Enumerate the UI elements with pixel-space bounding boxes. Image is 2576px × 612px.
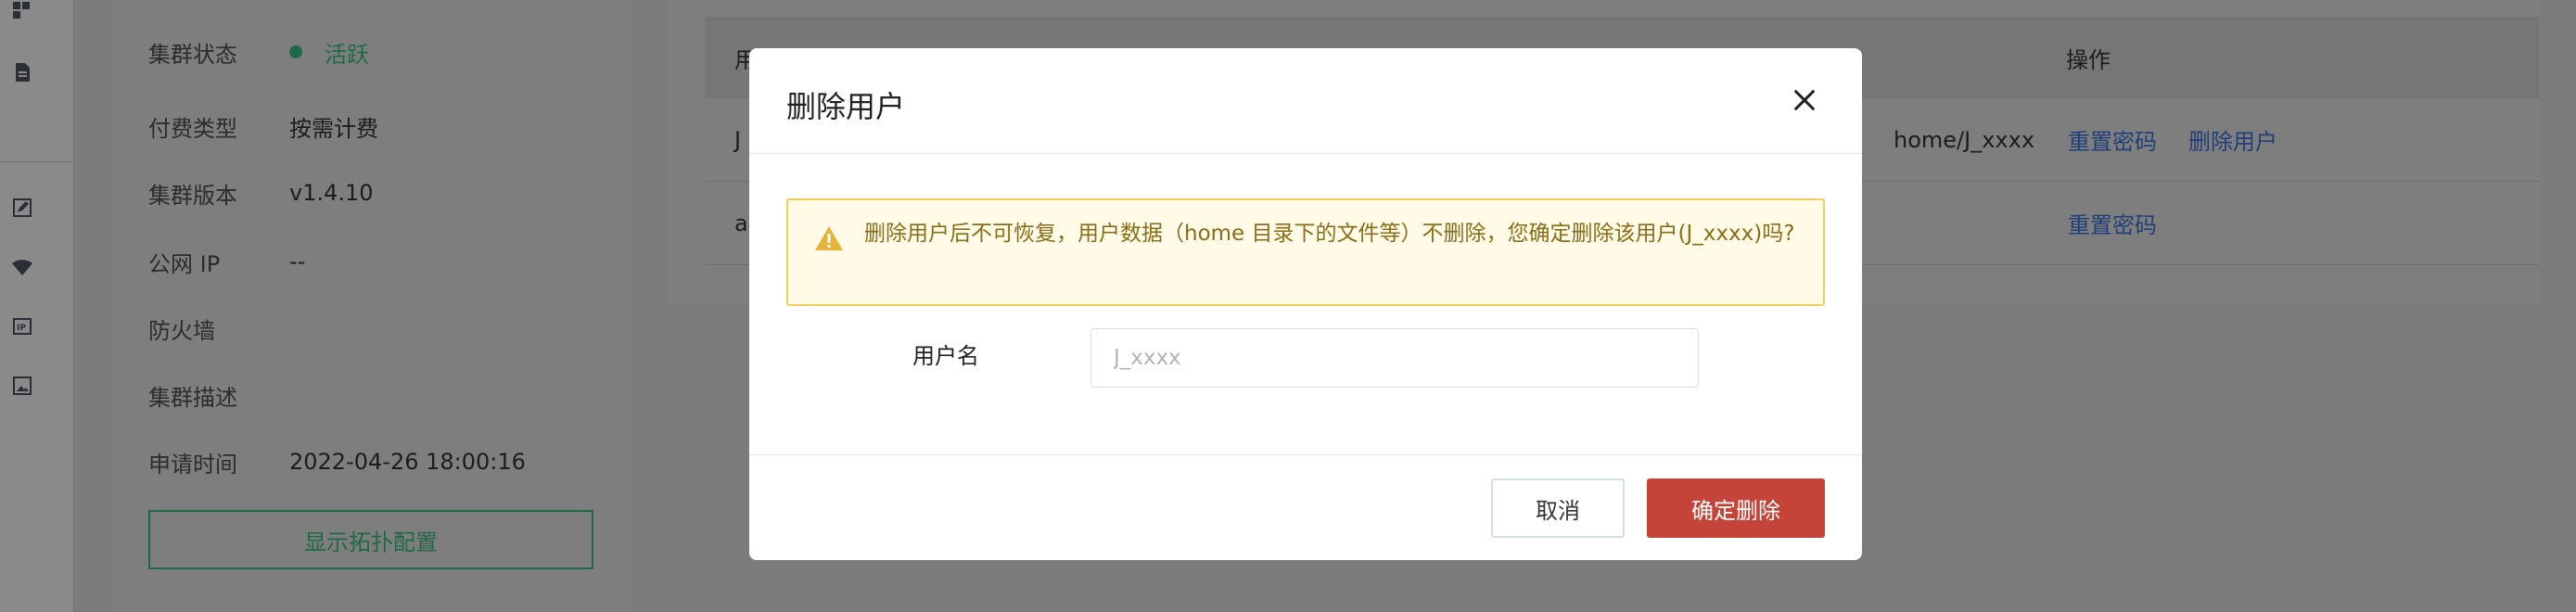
- info-value: v1.4.10: [289, 180, 374, 206]
- info-row-billing: 付费类型 按需计费: [148, 108, 378, 145]
- document-icon[interactable]: [9, 59, 35, 85]
- reset-password-link[interactable]: 重置密码: [2068, 207, 2157, 239]
- info-value: 按需计费: [289, 115, 378, 142]
- status-dot-icon: [289, 45, 302, 58]
- warning-alert: 删除用户后不可恢复，用户数据（home 目录下的文件等）不删除，您确定删除该用户…: [786, 198, 1825, 306]
- show-topology-button[interactable]: 显示拓扑配置: [148, 510, 593, 569]
- image-icon[interactable]: [9, 373, 35, 399]
- warning-icon: [814, 224, 844, 252]
- dialog-header: 删除用户: [749, 48, 1862, 154]
- wifi-icon[interactable]: [9, 254, 35, 280]
- info-label: 公网 IP: [148, 250, 221, 277]
- info-label: 集群状态: [148, 41, 237, 68]
- close-icon[interactable]: [1788, 83, 1821, 117]
- confirm-delete-button[interactable]: 确定删除: [1647, 478, 1825, 538]
- status-value: 活跃: [289, 36, 369, 69]
- username-input[interactable]: [1090, 328, 1699, 388]
- svg-text:IP: IP: [17, 324, 26, 333]
- left-rail: IP: [0, 0, 74, 612]
- row-username: a: [734, 210, 748, 236]
- delete-user-link[interactable]: 删除用户: [2188, 123, 2277, 156]
- info-row-public-ip: 公网 IP --: [148, 243, 305, 280]
- info-label: 集群描述: [148, 384, 237, 411]
- dialog-title: 删除用户: [786, 89, 906, 124]
- info-value: 2022-04-26 18:00:16: [289, 449, 526, 475]
- info-row-status: 集群状态 活跃: [148, 33, 369, 70]
- info-row-apply-time: 申请时间 2022-04-26 18:00:16: [148, 443, 526, 480]
- cancel-button[interactable]: 取消: [1491, 478, 1625, 538]
- info-row-firewall: 防火墙: [148, 310, 289, 347]
- info-label: 申请时间: [148, 451, 237, 478]
- grid-icon[interactable]: [9, 0, 35, 26]
- row-home-dir: home/J_xxxx: [1894, 126, 2035, 153]
- info-label: 集群版本: [148, 182, 237, 209]
- reset-password-link[interactable]: 重置密码: [2068, 123, 2157, 156]
- info-value: --: [289, 249, 306, 274]
- dialog-footer-divider: [749, 454, 1862, 455]
- username-label: 用户名: [912, 343, 979, 369]
- edit-icon[interactable]: [9, 195, 35, 221]
- status-text: 活跃: [325, 41, 369, 68]
- cluster-info-panel: 集群状态 活跃 付费类型 按需计费 集群版本 v1.4.10 公网 IP -- …: [111, 0, 631, 612]
- header-actions: 操作: [2066, 46, 2111, 73]
- warning-text: 删除用户后不可恢复，用户数据（home 目录下的文件等）不删除，您确定删除该用户…: [864, 222, 1795, 246]
- rail-divider: [0, 161, 74, 162]
- info-row-description: 集群描述: [148, 376, 289, 414]
- delete-user-dialog: 删除用户 删除用户后不可恢复，用户数据（home 目录下的文件等）不删除，您确定…: [749, 48, 1862, 560]
- info-row-version: 集群版本 v1.4.10: [148, 174, 374, 211]
- info-label: 防火墙: [148, 317, 215, 344]
- info-label: 付费类型: [148, 115, 237, 142]
- row-username: J: [734, 126, 742, 153]
- ip-icon[interactable]: IP: [9, 313, 35, 339]
